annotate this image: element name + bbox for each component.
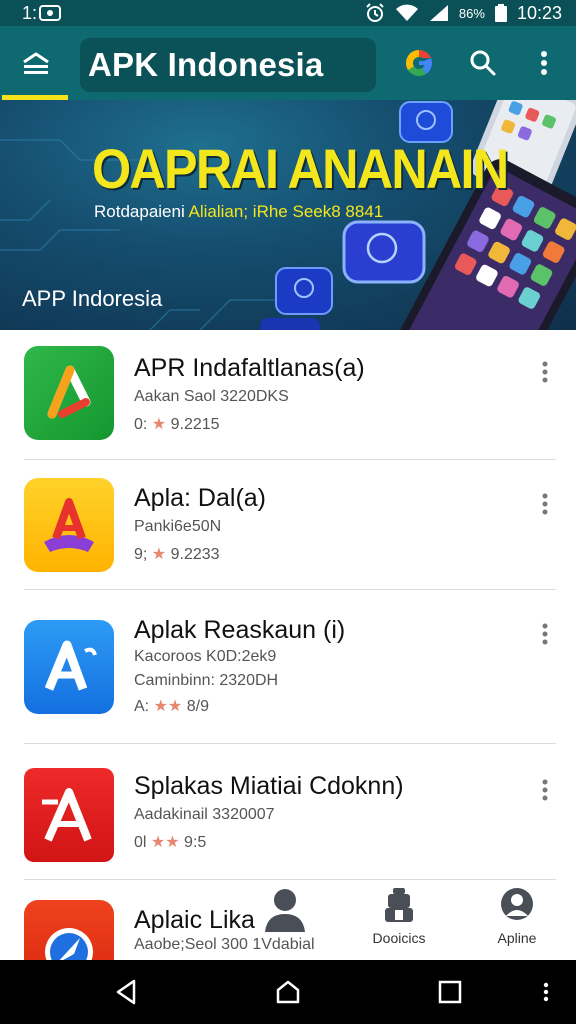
item-more-button[interactable]: [534, 776, 556, 804]
list-item[interactable]: Apla: Dal(a) Panki6e50N 9; ★ 9.2233: [0, 460, 576, 590]
app-icon: [24, 620, 114, 714]
tab-account[interactable]: [230, 886, 340, 960]
banner-subtitle-white: Rotdapaieni: [94, 202, 189, 221]
app-name: Apla: Dal(a): [134, 484, 266, 512]
more-vert-icon: [543, 982, 549, 1002]
system-nav-bar: [0, 960, 576, 1024]
banner-subtitle-highlight: Alialian; iRhe Seek8: [188, 202, 346, 221]
banner-caption: APP Indoresia: [22, 286, 163, 311]
alarm-icon: [366, 3, 384, 22]
item-more-button[interactable]: [534, 490, 556, 518]
tab-label: Apline: [497, 930, 537, 946]
app-title: APK Indonesia: [88, 46, 324, 83]
app-name: Splakas Miatiai Cdoknn): [134, 772, 404, 800]
app-meta: Kacoroos K0D:2ek9: [134, 648, 277, 665]
person-icon: [265, 889, 305, 932]
more-vert-icon: [541, 51, 547, 75]
search-button[interactable]: [466, 46, 500, 80]
item-more-button[interactable]: [534, 620, 556, 648]
rating-prefix: 9;: [134, 546, 148, 563]
home-button[interactable]: [270, 974, 306, 1010]
battery-icon: [494, 4, 507, 22]
rating-value: 9.2215: [170, 416, 220, 433]
tab-label: Dooicics: [372, 930, 426, 946]
rating-value: 9.2233: [170, 546, 220, 563]
app-name: Aplak Reaskaun (i): [134, 616, 346, 644]
item-more-button[interactable]: [534, 358, 556, 386]
status-left: 1:: [22, 2, 62, 24]
app-bar: APK Indonesia: [0, 26, 576, 100]
back-icon: [116, 979, 136, 1005]
app-rating: A: ★★ 8/9: [134, 696, 209, 716]
app-rating: 0: ★ 9.2215: [134, 414, 220, 434]
app-name: APR Indafaltlanas(a): [134, 354, 365, 382]
star-icon: ★: [151, 416, 167, 433]
banner-title: OAPRAI ANANAIN: [92, 137, 509, 200]
overflow-menu-button[interactable]: [528, 46, 560, 80]
app-icon: [24, 346, 114, 440]
nav-more-button[interactable]: [534, 974, 558, 1010]
menu-icon: [23, 52, 49, 74]
recents-icon: [438, 980, 462, 1004]
signal-icon: [429, 5, 448, 21]
banner-subtitle-end: 8841: [345, 202, 384, 221]
wifi-icon: [395, 4, 418, 21]
google-icon[interactable]: [402, 46, 436, 80]
promo-banner[interactable]: OAPRAI ANANAIN Rotdapaieni Alialian; iRh…: [0, 100, 576, 330]
status-right: 86% 10:23: [365, 3, 562, 24]
status-bar: 1: 86% 10:23: [0, 0, 576, 26]
rating-value: 8/9: [186, 698, 209, 715]
more-vert-icon: [542, 361, 548, 383]
back-button[interactable]: [108, 974, 144, 1010]
more-vert-icon: [542, 779, 548, 801]
app-rating: 9; ★ 9.2233: [134, 544, 220, 564]
app-meta: Aadakinail 3320007: [134, 806, 275, 823]
rating-value: 9:5: [184, 834, 207, 851]
rating-prefix: A:: [134, 698, 150, 715]
notification-icon: [39, 5, 62, 21]
app-meta: Aakan Saol 3220DKS: [134, 388, 289, 405]
home-icon: [276, 980, 300, 1004]
rating-prefix: 0:: [134, 416, 148, 433]
list-item[interactable]: Aplak Reaskaun (i) Kacoroos K0D:2ek9 Cam…: [0, 590, 576, 744]
list-item[interactable]: Splakas Miatiai Cdoknn) Aadakinail 33200…: [0, 744, 576, 880]
tab-profile[interactable]: Apline: [462, 886, 572, 960]
banner-subtitle: Rotdapaieni Alialian; iRhe Seek8 8841: [94, 202, 383, 222]
recents-button[interactable]: [432, 974, 468, 1010]
star-icon: ★★: [153, 698, 183, 715]
app-icon: [24, 900, 114, 960]
tab-robot[interactable]: Dooicics: [344, 886, 454, 960]
app-meta: Panki6e50N: [134, 518, 222, 535]
star-icon: ★★: [150, 834, 180, 851]
list-item[interactable]: APR Indafaltlanas(a) Aakan Saol 3220DKS …: [0, 330, 576, 460]
search-icon: [470, 50, 496, 76]
status-time: 10:23: [516, 2, 562, 23]
star-icon: ★: [151, 546, 167, 563]
app-rating: 0l ★★ 9:5: [134, 832, 206, 852]
app-list: APR Indafaltlanas(a) Aakan Saol 3220DKS …: [0, 330, 576, 960]
profile-icon: [501, 888, 533, 920]
robot-icon: [385, 888, 413, 922]
title-pill: APK Indonesia: [80, 38, 376, 92]
rating-prefix: 0l: [134, 834, 147, 851]
bottom-tabs: Dooicics Apline: [230, 886, 576, 960]
more-vert-icon: [542, 493, 548, 515]
battery-percent: 86%: [458, 5, 485, 21]
status-left-text: 1:: [22, 2, 38, 23]
menu-button[interactable]: [0, 26, 72, 100]
app-icon: [24, 478, 114, 572]
app-meta-secondary: Caminbinn: 2320DH: [134, 672, 279, 689]
app-icon: [24, 768, 114, 862]
more-vert-icon: [542, 623, 548, 645]
